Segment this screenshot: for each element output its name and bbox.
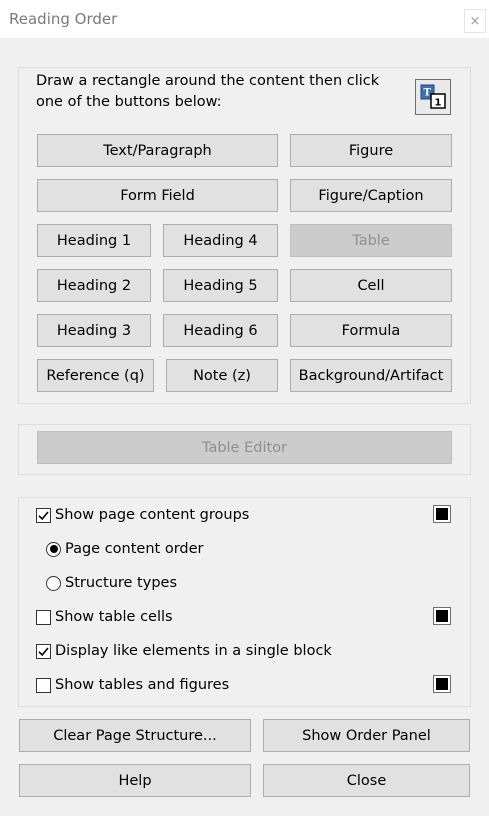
svg-text:1: 1 bbox=[435, 98, 442, 109]
title-bar: Reading Order × bbox=[0, 0, 489, 38]
page-content-order-radio[interactable] bbox=[46, 541, 61, 557]
heading-3-button[interactable]: Heading 3 bbox=[37, 314, 151, 347]
show-tables-and-figures-label: Show tables and figures bbox=[55, 677, 230, 693]
touch-up-reading-order-icon[interactable]: T 1 bbox=[415, 79, 451, 115]
text-paragraph-button[interactable]: Text/Paragraph bbox=[37, 134, 278, 167]
page-content-groups-color-swatch[interactable] bbox=[433, 505, 451, 523]
heading-6-button[interactable]: Heading 6 bbox=[163, 314, 278, 347]
background-artifact-button[interactable]: Background/Artifact bbox=[290, 359, 452, 392]
table-cells-color-swatch[interactable] bbox=[433, 607, 451, 625]
window-title: Reading Order bbox=[9, 10, 118, 28]
page-content-order-option[interactable]: Page content order bbox=[46, 539, 204, 559]
structure-types-label: Structure types bbox=[65, 575, 178, 591]
instruction-text: Draw a rectangle around the content then… bbox=[36, 73, 380, 110]
show-table-cells-checkbox[interactable] bbox=[36, 609, 51, 625]
help-button[interactable]: Help bbox=[19, 764, 251, 797]
reference-button[interactable]: Reference (q) bbox=[37, 359, 154, 392]
figure-caption-button[interactable]: Figure/Caption bbox=[290, 179, 452, 212]
table-editor-button: Table Editor bbox=[37, 431, 452, 464]
show-tables-and-figures-option[interactable]: Show tables and figures bbox=[36, 675, 229, 695]
heading-4-button[interactable]: Heading 4 bbox=[163, 224, 278, 257]
show-order-panel-button[interactable]: Show Order Panel bbox=[263, 719, 470, 752]
checkmark-icon bbox=[38, 510, 49, 520]
structure-types-option[interactable]: Structure types bbox=[46, 573, 177, 593]
close-icon[interactable]: × bbox=[464, 9, 486, 33]
heading-1-button[interactable]: Heading 1 bbox=[37, 224, 151, 257]
show-page-content-groups-checkbox[interactable] bbox=[36, 507, 51, 523]
cell-button[interactable]: Cell bbox=[290, 269, 452, 302]
page-content-order-label: Page content order bbox=[65, 541, 204, 557]
show-tables-and-figures-checkbox[interactable] bbox=[36, 677, 51, 693]
show-table-cells-label: Show table cells bbox=[55, 609, 173, 625]
show-table-cells-option[interactable]: Show table cells bbox=[36, 607, 173, 627]
display-like-elements-option[interactable]: Display like elements in a single block bbox=[36, 641, 332, 661]
tables-and-figures-color-swatch[interactable] bbox=[433, 675, 451, 693]
display-like-elements-label: Display like elements in a single block bbox=[55, 643, 332, 659]
formula-button[interactable]: Formula bbox=[290, 314, 452, 347]
show-page-content-groups-label: Show page content groups bbox=[55, 507, 250, 523]
heading-2-button[interactable]: Heading 2 bbox=[37, 269, 151, 302]
note-button[interactable]: Note (z) bbox=[166, 359, 278, 392]
clear-page-structure-button[interactable]: Clear Page Structure... bbox=[19, 719, 251, 752]
table-button: Table bbox=[290, 224, 452, 257]
structure-types-radio[interactable] bbox=[46, 575, 61, 591]
heading-5-button[interactable]: Heading 5 bbox=[163, 269, 278, 302]
form-field-button[interactable]: Form Field bbox=[37, 179, 278, 212]
figure-button[interactable]: Figure bbox=[290, 134, 452, 167]
display-like-elements-checkbox[interactable] bbox=[36, 643, 51, 659]
close-button[interactable]: Close bbox=[263, 764, 470, 797]
checkmark-icon bbox=[38, 646, 49, 656]
show-page-content-groups-option[interactable]: Show page content groups bbox=[36, 505, 249, 525]
